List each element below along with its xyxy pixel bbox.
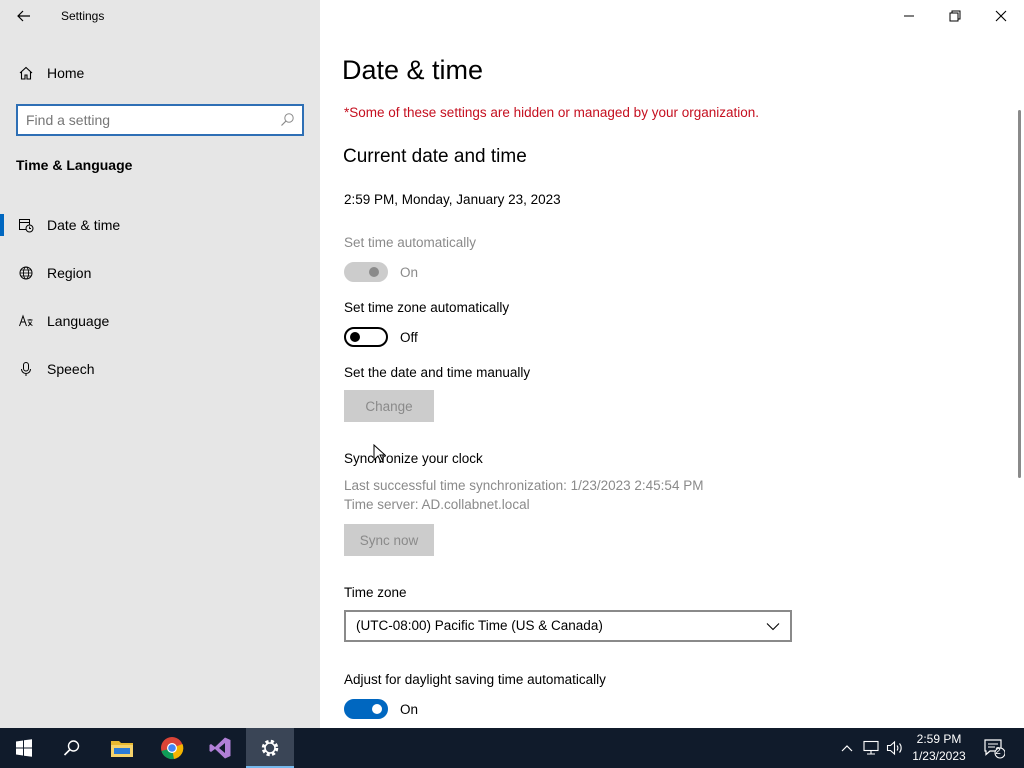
sidebar-item-date-time[interactable]: Date & time	[0, 209, 320, 241]
start-button[interactable]	[0, 728, 48, 768]
toggle-knob	[369, 267, 379, 277]
current-date-time-heading: Current date and time	[343, 146, 527, 167]
set-time-auto-state: On	[400, 265, 419, 280]
current-date-time: 2:59 PM, Monday, January 23, 2023	[344, 192, 561, 207]
toggle-knob	[350, 332, 360, 342]
sync-now-button[interactable]: Sync now	[344, 524, 434, 556]
taskbar-search-button[interactable]	[48, 728, 96, 768]
section-title: Time & Language	[16, 157, 133, 173]
settings-icon	[261, 739, 279, 757]
chrome-icon	[161, 737, 184, 760]
microphone-icon	[17, 360, 35, 378]
globe-icon	[17, 264, 35, 282]
toggle-knob	[372, 704, 382, 714]
action-center-button[interactable]: 2	[980, 728, 1008, 768]
time-server-text: Time server: AD.collabnet.local	[344, 497, 530, 512]
taskbar: 2:59 PM 1/23/2023 2	[0, 728, 1024, 768]
time-zone-label: Time zone	[344, 585, 407, 600]
sidebar-item-speech[interactable]: Speech	[0, 353, 320, 385]
sidebar-item-language[interactable]: Language	[0, 305, 320, 337]
notification-count: 2	[995, 746, 1001, 757]
minimize-button[interactable]	[886, 0, 932, 32]
set-timezone-auto-state: Off	[400, 330, 418, 345]
sidebar-item-label: Region	[47, 265, 92, 281]
page-title: Date & time	[342, 55, 484, 85]
settings-button[interactable]	[246, 728, 294, 768]
nav-home-label: Home	[47, 65, 85, 81]
sidebar-item-label: Speech	[47, 361, 95, 377]
sidebar-item-region[interactable]: Region	[0, 257, 320, 289]
home-icon	[17, 64, 35, 82]
managed-notice: *Some of these settings are hidden or ma…	[344, 105, 760, 120]
file-explorer-button[interactable]	[98, 728, 146, 768]
back-arrow-icon	[17, 10, 30, 22]
volume-button[interactable]	[884, 728, 906, 768]
time-zone-select[interactable]: (UTC-08:00) Pacific Time (US & Canada)	[344, 610, 792, 642]
volume-icon	[886, 740, 902, 756]
show-hidden-icons-button[interactable]	[838, 728, 856, 768]
app-title: Settings	[61, 9, 105, 23]
scrollbar[interactable]	[1018, 110, 1021, 478]
dst-toggle[interactable]	[344, 699, 388, 719]
network-button[interactable]	[860, 728, 882, 768]
sidebar-item-label: Language	[47, 313, 110, 329]
restore-button[interactable]	[932, 0, 978, 32]
taskbar-clock[interactable]: 2:59 PM 1/23/2023	[906, 731, 972, 765]
date-time-icon	[17, 216, 35, 234]
set-time-auto-toggle	[344, 262, 388, 282]
change-button[interactable]: Change	[344, 390, 434, 422]
search-box[interactable]	[16, 104, 304, 136]
selection-indicator	[0, 214, 4, 236]
close-icon	[995, 10, 1007, 22]
dst-label: Adjust for daylight saving time automati…	[344, 672, 606, 687]
restore-icon	[949, 10, 961, 22]
file-explorer-icon	[111, 741, 133, 757]
set-timezone-auto-label: Set time zone automatically	[344, 300, 510, 315]
minimize-icon	[904, 15, 914, 17]
search-icon	[281, 113, 294, 126]
nav-home[interactable]: Home	[0, 60, 320, 86]
clock-date: 1/23/2023	[912, 749, 966, 763]
clock-time: 2:59 PM	[916, 732, 962, 746]
chevron-up-icon	[841, 745, 853, 752]
start-icon	[16, 739, 32, 757]
sidebar: Settings Home Time & Language Date & tim…	[0, 0, 320, 728]
search-input[interactable]	[26, 111, 276, 129]
manual-date-time-label: Set the date and time manually	[344, 365, 531, 380]
close-button[interactable]	[978, 0, 1024, 32]
search-icon	[63, 740, 80, 756]
sidebar-item-label: Date & time	[47, 217, 121, 233]
last-sync-text: Last successful time synchronization: 1/…	[344, 478, 704, 493]
dst-state: On	[400, 702, 419, 717]
network-icon	[863, 740, 879, 755]
chevron-down-icon	[766, 623, 780, 631]
chrome-button[interactable]	[148, 728, 196, 768]
language-icon	[17, 312, 35, 330]
visual-studio-icon	[209, 737, 231, 759]
visual-studio-button[interactable]	[196, 728, 244, 768]
set-timezone-auto-toggle[interactable]	[344, 327, 388, 347]
time-zone-value: (UTC-08:00) Pacific Time (US & Canada)	[356, 618, 603, 633]
back-button[interactable]	[13, 6, 35, 26]
set-time-auto-label: Set time automatically	[344, 235, 477, 250]
mouse-cursor-icon	[373, 444, 387, 463]
sync-clock-heading: Synchronize your clock	[344, 451, 483, 466]
